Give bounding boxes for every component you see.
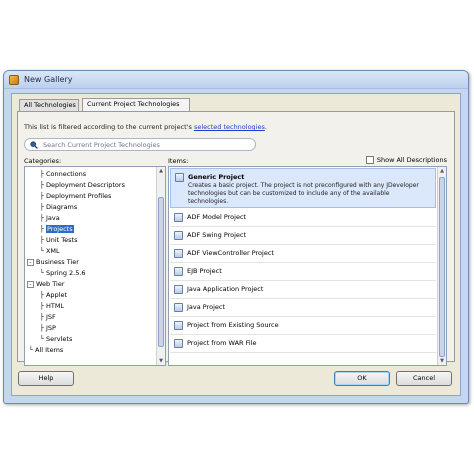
item-adf-model-project[interactable]: ADF Model Project	[170, 209, 436, 227]
item-title: Java Project	[187, 303, 226, 311]
item-generic-project[interactable]: Generic Project Creates a basic project.…	[170, 168, 436, 208]
item-adf-viewcontroller-project[interactable]: ADF ViewController Project	[170, 245, 436, 263]
collapse-icon[interactable]: -	[27, 259, 34, 266]
project-icon	[174, 249, 183, 258]
project-icon	[174, 285, 183, 294]
item-title: Generic Project	[188, 173, 245, 181]
search-input[interactable]	[43, 140, 249, 150]
help-button[interactable]: Help	[18, 371, 74, 386]
items-label: Items:	[168, 157, 189, 165]
tree-item-deployment-profiles[interactable]: ├ Deployment Profiles	[40, 191, 111, 202]
search-icon	[30, 141, 38, 149]
tree-item-xml[interactable]: └ XML	[40, 246, 60, 257]
item-title: Java Application Project	[187, 285, 264, 293]
item-ejb-project[interactable]: EJB Project	[170, 263, 436, 281]
item-java-project[interactable]: Java Project	[170, 299, 436, 317]
items-list: Generic Project Creates a basic project.…	[168, 166, 447, 366]
scroll-up-arrow-icon[interactable]: ▲	[157, 167, 165, 175]
tab-panel: This list is filtered according to the c…	[17, 111, 455, 366]
tab-current-project-technologies[interactable]: Current Project Technologies	[82, 98, 190, 111]
title-bar[interactable]: New Gallery	[4, 71, 468, 89]
show-all-descriptions-label: Show All Descriptions	[376, 156, 447, 164]
project-icon	[174, 213, 183, 222]
app-icon	[9, 75, 19, 85]
scroll-down-arrow-icon[interactable]: ▼	[157, 357, 165, 365]
item-project-from-war-file[interactable]: Project from WAR File	[170, 335, 436, 353]
ok-button[interactable]: OK	[334, 371, 390, 386]
tree-item-spring[interactable]: └ Spring 2.5.6	[40, 268, 86, 279]
tree-item-deployment-descriptors[interactable]: ├ Deployment Descriptors	[40, 180, 125, 191]
categories-tree: ├ Connections ├ Deployment Descriptors ├…	[24, 166, 166, 366]
item-title: EJB Project	[187, 267, 222, 275]
show-all-descriptions-checkbox[interactable]	[365, 156, 374, 164]
cancel-button[interactable]: Cancel	[396, 371, 452, 386]
item-java-application-project[interactable]: Java Application Project	[170, 281, 436, 299]
tree-item-all-items[interactable]: └ All Items	[29, 345, 63, 356]
search-box[interactable]	[24, 138, 256, 151]
categories-scroll-thumb[interactable]	[158, 197, 164, 347]
categories-scrollbar[interactable]: ▲ ▼	[156, 167, 165, 365]
filter-note-text: This list is filtered according to the c…	[24, 123, 194, 131]
scroll-down-arrow-icon[interactable]: ▼	[438, 357, 446, 365]
tab-all-technologies[interactable]: All Technologies	[19, 99, 79, 111]
item-description: Creates a basic project. The project is …	[188, 182, 419, 205]
tree-item-jsf[interactable]: ├ JSF	[40, 312, 56, 323]
project-icon	[174, 339, 183, 348]
tree-item-web-tier[interactable]: - Web Tier	[27, 279, 65, 290]
tree-item-diagrams[interactable]: ├ Diagrams	[40, 202, 77, 213]
tree-item-business-tier[interactable]: - Business Tier	[27, 257, 79, 268]
project-icon	[174, 231, 183, 240]
project-icon	[175, 173, 184, 182]
selected-technologies-link[interactable]: selected technologies	[194, 123, 265, 131]
tree-item-java[interactable]: ├ Java	[40, 213, 60, 224]
project-icon	[174, 267, 183, 276]
item-title: Project from Existing Source	[187, 321, 279, 329]
tree-item-html[interactable]: ├ HTML	[40, 301, 64, 312]
tree-item-connections[interactable]: ├ Connections	[40, 169, 86, 180]
item-title: ADF ViewController Project	[187, 249, 274, 257]
project-icon	[174, 321, 183, 330]
tree-item-unit-tests[interactable]: ├ Unit Tests	[40, 235, 77, 246]
filter-note-suffix: .	[264, 123, 267, 131]
tree-item-servlets[interactable]: └ Servlets	[40, 334, 72, 345]
filter-note: This list is filtered according to the c…	[24, 123, 267, 131]
items-scroll-thumb[interactable]	[439, 177, 445, 357]
items-scrollbar[interactable]: ▲ ▼	[437, 167, 446, 365]
item-project-from-existing-source[interactable]: Project from Existing Source	[170, 317, 436, 335]
tree-item-jsp[interactable]: ├ JSP	[40, 323, 56, 334]
show-all-descriptions[interactable]: Show All Descriptions	[365, 156, 447, 164]
dialog-client-area: All Technologies Current Project Technol…	[11, 93, 461, 396]
item-title: ADF Model Project	[187, 213, 247, 221]
scroll-up-arrow-icon[interactable]: ▲	[438, 167, 446, 175]
project-icon	[174, 303, 183, 312]
new-gallery-dialog: New Gallery All Technologies Current Pro…	[3, 70, 469, 404]
categories-label: Categories:	[24, 157, 62, 165]
item-title: Project from WAR File	[187, 339, 257, 347]
item-adf-swing-project[interactable]: ADF Swing Project	[170, 227, 436, 245]
tree-item-applet[interactable]: ├ Applet	[40, 290, 67, 301]
collapse-icon[interactable]: -	[27, 281, 34, 288]
window-title: New Gallery	[24, 75, 73, 84]
item-title: ADF Swing Project	[187, 231, 247, 239]
tree-item-projects[interactable]: ├ Projects	[40, 224, 74, 235]
